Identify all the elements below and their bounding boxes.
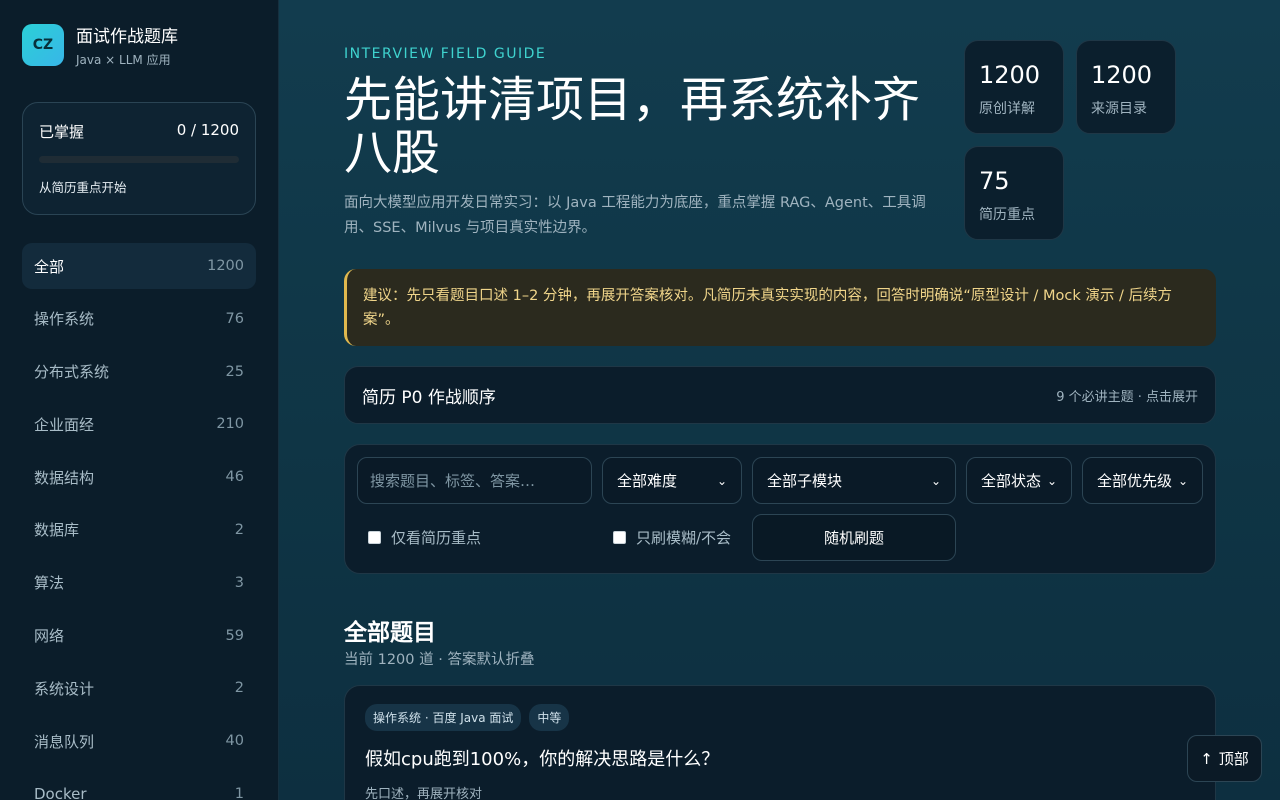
stat-label: 原创详解 <box>979 101 1035 117</box>
sidebar-category-item[interactable]: 企业面经 210 <box>22 401 256 447</box>
stat-card-resume: 75 简历重点 <box>964 146 1064 240</box>
chevron-down-icon: ⌄ <box>930 473 941 488</box>
chevron-down-icon: ⌄ <box>716 473 727 488</box>
category-count: 40 <box>225 733 244 750</box>
p0-title: 简历 P0 作战顺序 <box>362 387 496 408</box>
category-label: 消息队列 <box>34 732 95 751</box>
page-description: 面向大模型应用开发日常实习：以 Java 工程能力为底座，重点掌握 RAG、Ag… <box>344 195 926 236</box>
mastery-hint: 从简历重点开始 <box>39 180 127 195</box>
category-count: 76 <box>225 310 244 327</box>
sidebar-category-item[interactable]: 消息队列 40 <box>22 718 256 764</box>
submodule-value: 全部子模块 <box>767 472 843 490</box>
page-title: 先能讲清项目，再系统补齐八股 <box>344 72 921 181</box>
category-label: Docker <box>34 784 87 800</box>
arrow-up-icon: ↑ <box>1200 749 1213 768</box>
priority-value: 全部优先级 <box>1097 472 1173 490</box>
category-count: 1 <box>234 785 244 800</box>
category-count: 2 <box>234 521 244 538</box>
sidebar-category-item[interactable]: 分布式系统 25 <box>22 349 256 395</box>
category-label: 网络 <box>34 627 65 646</box>
p0-order-toggle[interactable]: 简历 P0 作战顺序 9 个必讲主题 · 点击展开 <box>344 366 1216 424</box>
resume-only-checkbox[interactable] <box>368 531 381 544</box>
stat-card-source: 1200 来源目录 <box>1076 40 1176 134</box>
logo: CZ <box>22 24 64 66</box>
category-label: 数据库 <box>34 521 80 540</box>
eyebrow-text: INTERVIEW FIELD GUIDE <box>344 46 547 62</box>
mastery-progress-card: 已掌握 0 / 1200 从简历重点开始 <box>22 102 256 215</box>
priority-select[interactable]: 全部优先级 ⌄ <box>1082 457 1203 504</box>
difficulty-select[interactable]: 全部难度 ⌄ <box>602 457 742 504</box>
random-practice-button[interactable]: 随机刷题 <box>752 514 956 561</box>
p0-meta: 9 个必讲主题 · 点击展开 <box>1056 389 1198 405</box>
status-value: 全部状态 <box>981 472 1042 490</box>
filter-panel: 全部难度 ⌄ 全部子模块 ⌄ 全部状态 ⌄ 全部优先级 ⌄ 仅看简历重点 只刷模… <box>344 444 1216 574</box>
submodule-select[interactable]: 全部子模块 ⌄ <box>752 457 956 504</box>
category-count: 1200 <box>207 258 244 274</box>
sidebar-category-item[interactable]: 数据结构 46 <box>22 454 256 500</box>
sidebar-category-item[interactable]: 算法 3 <box>22 560 256 606</box>
resume-only-label: 仅看简历重点 <box>391 529 482 547</box>
app-subtitle: Java × LLM 应用 <box>76 53 171 67</box>
question-title: 假如cpu跑到100%，你的解决思路是什么？ <box>365 749 720 770</box>
stat-number: 1200 <box>979 61 1041 89</box>
mastery-label: 已掌握 <box>39 123 85 141</box>
category-label: 算法 <box>34 574 65 593</box>
chevron-down-icon: ⌄ <box>1046 473 1057 488</box>
advice-callout: 建议：先只看题目口述 1–2 分钟，再展开答案核对。凡简历未真实实现的内容，回答… <box>344 269 1216 346</box>
sidebar-category-item[interactable]: Docker 1 <box>22 771 256 800</box>
sidebar-category-item[interactable]: 数据库 2 <box>22 507 256 553</box>
stat-label: 来源目录 <box>1091 101 1147 117</box>
difficulty-tag: 中等 <box>529 704 570 731</box>
sidebar-category-item[interactable]: 系统设计 2 <box>22 665 256 711</box>
category-count: 59 <box>225 627 244 644</box>
category-label: 系统设计 <box>34 679 95 698</box>
fuzzy-only-checkbox[interactable] <box>613 531 626 544</box>
category-list: 全部 1200 操作系统 76 分布式系统 25 企业面经 210 数据结构 46 数据库 2 算法 3 网… <box>22 243 256 800</box>
fuzzy-only-toggle[interactable]: 只刷模糊/不会 <box>613 527 731 548</box>
sidebar-category-item[interactable]: 全部 1200 <box>22 243 256 289</box>
category-count: 210 <box>216 416 244 433</box>
category-count: 2 <box>234 680 244 697</box>
stat-card-original: 1200 原创详解 <box>964 40 1064 134</box>
question-hint: 先口述，再展开核对 <box>365 787 483 800</box>
back-to-top-label: 顶部 <box>1218 750 1249 768</box>
stat-number: 1200 <box>1091 61 1153 89</box>
mastery-progress-bar <box>39 156 239 163</box>
category-label: 分布式系统 <box>34 363 110 382</box>
back-to-top-button[interactable]: ↑ 顶部 <box>1187 735 1262 782</box>
chevron-down-icon: ⌄ <box>1177 473 1188 488</box>
search-input[interactable] <box>357 457 592 504</box>
stat-number: 75 <box>979 167 1010 195</box>
question-card[interactable]: 操作系统 · 百度 Java 面试 中等 假如cpu跑到100%，你的解决思路是… <box>344 685 1216 800</box>
difficulty-value: 全部难度 <box>617 472 678 490</box>
category-count: 46 <box>225 469 244 486</box>
mastery-value: 0 / 1200 <box>176 121 239 139</box>
sidebar-category-item[interactable]: 操作系统 76 <box>22 296 256 342</box>
category-count: 3 <box>234 574 244 591</box>
category-label: 操作系统 <box>34 310 95 329</box>
category-label: 企业面经 <box>34 415 95 434</box>
sidebar: CZ 面试作战题库 Java × LLM 应用 已掌握 0 / 1200 从简历… <box>0 0 279 800</box>
sidebar-category-item[interactable]: 网络 59 <box>22 613 256 659</box>
fuzzy-only-label: 只刷模糊/不会 <box>636 529 732 547</box>
category-label: 全部 <box>34 257 65 276</box>
stat-label: 简历重点 <box>979 207 1035 223</box>
app-title: 面试作战题库 <box>76 27 178 47</box>
brand: CZ 面试作战题库 Java × LLM 应用 <box>22 22 256 68</box>
status-select[interactable]: 全部状态 ⌄ <box>966 457 1072 504</box>
category-tag: 操作系统 · 百度 Java 面试 <box>365 704 522 731</box>
category-label: 数据结构 <box>34 468 95 487</box>
resume-only-toggle[interactable]: 仅看简历重点 <box>368 527 481 548</box>
category-count: 25 <box>225 363 244 380</box>
section-title: 全部题目 <box>344 620 436 646</box>
section-subtitle: 当前 1200 道 · 答案默认折叠 <box>344 652 535 668</box>
